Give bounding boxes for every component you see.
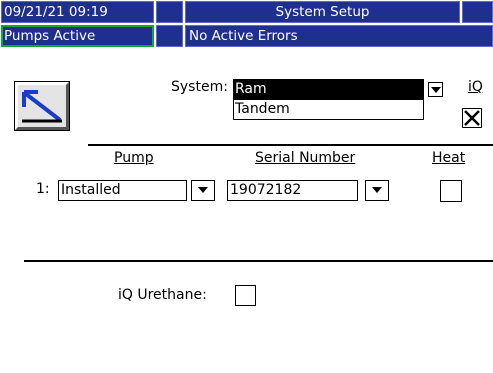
pump-select[interactable]: Installed	[58, 180, 187, 201]
errors-status: No Active Errors	[185, 25, 493, 47]
pump-row-index: 1:	[36, 181, 50, 197]
checkmark-x-icon	[464, 110, 480, 126]
divider	[88, 144, 493, 146]
iq-checkbox[interactable]	[462, 108, 482, 128]
error-indicator	[156, 25, 183, 47]
divider	[24, 260, 493, 262]
chevron-down-icon[interactable]	[191, 180, 215, 201]
iq-urethane-checkbox[interactable]	[235, 285, 256, 306]
heat-header: Heat	[432, 150, 466, 166]
status-indicator	[462, 1, 493, 23]
pumps-status: Pumps Active	[1, 25, 154, 47]
screen-title: System Setup	[185, 1, 460, 23]
setup-button[interactable]	[14, 81, 70, 131]
setup-arrow-icon	[22, 90, 62, 123]
datetime-display: 09/21/21 09:19	[1, 1, 154, 23]
serial-number-header: Serial Number	[255, 150, 356, 166]
chevron-down-icon[interactable]	[428, 82, 443, 97]
pump-header: Pump	[114, 150, 154, 166]
heat-checkbox[interactable]	[440, 180, 462, 202]
system-select[interactable]: Ram	[233, 79, 424, 99]
system-selected-value: Ram	[235, 81, 267, 97]
status-indicator	[156, 1, 183, 23]
serial-number-select[interactable]: 19072182	[227, 180, 358, 201]
system-label: System:	[171, 79, 228, 95]
iq-urethane-label: iQ Urethane:	[118, 287, 207, 303]
iq-label: iQ	[468, 79, 483, 95]
system-setup-screen: 09/21/21 09:19 System Setup Pumps Active…	[0, 0, 493, 373]
system-option-tandem[interactable]: Tandem	[233, 99, 424, 120]
chevron-down-icon[interactable]	[365, 180, 389, 201]
